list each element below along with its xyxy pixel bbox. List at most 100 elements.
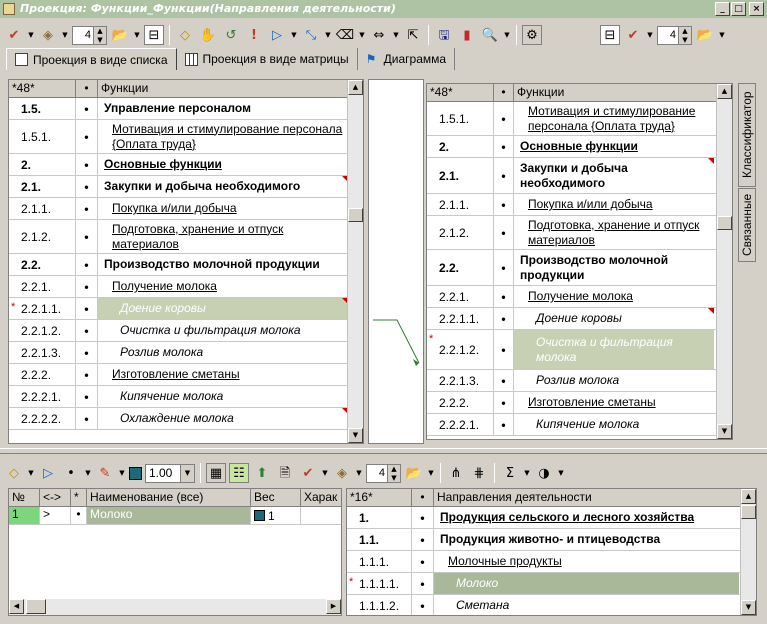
zoom-arrows-icon[interactable]: ▲ ▼ (94, 25, 107, 45)
size-select[interactable]: ▼ (145, 463, 195, 483)
bottom-left-hscroll[interactable]: ◀ ▶ (9, 599, 341, 615)
header-arrows[interactable]: <-> (40, 489, 71, 506)
scroll-up-icon[interactable]: ▲ (741, 489, 756, 504)
table-row[interactable]: 1.5.1. • Мотивация и стимулирование персон… (9, 120, 363, 154)
size-input[interactable] (145, 463, 181, 483)
table-row[interactable]: * 2.2.1.1. • Доение коровы (9, 298, 363, 320)
connect-dropdown-icon[interactable]: ▼ (324, 31, 332, 39)
tab-matrix-view[interactable]: Проекция в виде матрицы (177, 48, 358, 70)
folder-dropdown-icon[interactable]: ▼ (133, 31, 141, 39)
layout-icon[interactable]: ⊟ (144, 25, 164, 45)
header-no[interactable]: № (9, 489, 40, 506)
bottom-zoom-input[interactable] (366, 463, 388, 483)
chart-icon[interactable]: ⊟ (600, 25, 620, 45)
header-weight[interactable]: Вес (251, 489, 301, 506)
check-dropdown-icon[interactable]: ▼ (27, 31, 35, 39)
scroll-down-icon[interactable]: ▼ (717, 424, 732, 439)
zoom-arrows-icon[interactable]: ▲ ▼ (679, 25, 692, 45)
hierarchy2-icon[interactable]: ⋕ (469, 463, 489, 483)
scroll-down-icon[interactable]: ▼ (741, 600, 756, 615)
check-icon[interactable]: ✔ (298, 463, 318, 483)
contrast-dropdown-icon[interactable]: ▼ (557, 469, 565, 477)
play-icon[interactable]: ▷ (267, 25, 287, 45)
sum-dropdown-icon[interactable]: ▼ (523, 469, 531, 477)
eraser-icon[interactable]: ⌫ (335, 25, 355, 45)
table-row[interactable]: 2.2.2.1. • Кипячение молока (9, 386, 363, 408)
table-row[interactable]: 1.5. • Управление персоналом (9, 98, 363, 120)
table-row[interactable]: 2.2.2.2. • Охлаждение молока (9, 408, 363, 430)
dot-dropdown-icon[interactable]: ▼ (84, 469, 92, 477)
fill-dropdown-icon[interactable]: ▼ (118, 469, 126, 477)
diamond-dropdown-icon[interactable]: ▼ (27, 469, 35, 477)
size-dropdown-icon[interactable]: ▼ (181, 463, 195, 483)
folder-icon[interactable]: 📂 (404, 463, 424, 483)
left-scrollbar[interactable]: ▲ ▼ (347, 80, 363, 443)
table-row[interactable]: 2.1.1. • Покупка и/или добыча (9, 198, 363, 220)
check-dropdown-icon[interactable]: ▼ (646, 31, 654, 39)
header-num[interactable]: *16* (347, 489, 412, 506)
tab-classifier[interactable]: Классификатор (738, 83, 756, 187)
header-dot[interactable]: • (412, 489, 434, 506)
connect-icon[interactable]: ⤡ (301, 25, 321, 45)
table-row[interactable]: 1.1.1.2. • Сметана (347, 595, 756, 615)
hand-icon[interactable]: ✋ (198, 25, 218, 45)
cube-dropdown-icon[interactable]: ▼ (355, 469, 363, 477)
table-row[interactable]: 1. • Продукция сельского и лесного хозяйст… (347, 507, 756, 529)
table-row[interactable]: 2.2.2. • Изготовление сметаны (9, 364, 363, 386)
header-name[interactable]: Направления деятельности (434, 489, 734, 506)
tab-linked[interactable]: Связанные (738, 188, 756, 262)
table-row[interactable]: 2. • Основные функции (9, 154, 363, 176)
eraser-dropdown-icon[interactable]: ▼ (358, 31, 366, 39)
play-icon[interactable]: ▷ (38, 463, 58, 483)
cube-dropdown-icon[interactable]: ▼ (61, 31, 69, 39)
table-row[interactable]: 2.1.2. • Подготовка, хранение и отпуск мат… (427, 216, 732, 250)
check-icon[interactable]: ✔ (623, 25, 643, 45)
folder-dropdown-icon[interactable]: ▼ (427, 469, 435, 477)
table-row[interactable]: 2.2.1.3. • Розлив молока (427, 370, 732, 392)
scroll-thumb[interactable] (26, 599, 46, 614)
scroll-thumb[interactable] (348, 208, 363, 222)
maximize-button[interactable]: □ (731, 2, 746, 16)
cube-icon[interactable]: ◈ (38, 25, 58, 45)
table-row[interactable]: 2. • Основные функции (427, 136, 732, 158)
export-icon[interactable]: ⇱ (403, 25, 423, 45)
header-name[interactable]: Наименование (все) (87, 489, 251, 506)
header-star[interactable]: * (71, 489, 87, 506)
table-row[interactable]: 2.1.1. • Покупка и/или добыча (427, 194, 732, 216)
minimize-button[interactable]: _ (715, 2, 730, 16)
table-row[interactable]: 2.2.2. • Изготовление сметаны (427, 392, 732, 414)
diamond-icon[interactable]: ◇ (175, 25, 195, 45)
right-scrollbar[interactable]: ▲ ▼ (716, 84, 732, 439)
dot-icon[interactable]: • (61, 463, 81, 483)
table-row[interactable]: * 1.1.1.1. • Молоко (347, 573, 756, 595)
splitter[interactable] (0, 448, 767, 454)
table-row[interactable]: 1.1. • Продукция животно- и птицеводства (347, 529, 756, 551)
scroll-up-icon[interactable]: ▲ (717, 84, 732, 99)
scroll-down-icon[interactable]: ▼ (348, 428, 363, 443)
tab-list-view[interactable]: Проекция в виде списка (6, 48, 177, 70)
table-row[interactable]: 2.1.2. • Подготовка, хранение и отпуск мат… (9, 220, 363, 254)
save-icon[interactable]: 🖫 (434, 25, 454, 45)
swap-icon[interactable]: ⇔ (369, 25, 389, 45)
tab-diagram[interactable]: ⚑ Диаграмма (358, 48, 456, 70)
zoom-stepper[interactable]: ▲▼ (72, 25, 107, 45)
scroll-thumb[interactable] (741, 505, 756, 519)
table-row[interactable]: * 2.2.1.2. • Очистка и фильтрация молока (427, 330, 732, 370)
header-num[interactable]: *48* (427, 84, 494, 101)
film-icon[interactable]: ▦ (206, 463, 226, 483)
table-row[interactable]: 2.1. • Закупки и добыча необходимого (427, 158, 732, 194)
check-icon[interactable]: ✔ (4, 25, 24, 45)
cube-icon[interactable]: ◈ (332, 463, 352, 483)
book-icon[interactable]: ▮ (457, 25, 477, 45)
table-row[interactable]: 2.2.1.1. • Доение коровы (427, 308, 732, 330)
diamond-icon[interactable]: ◇ (4, 463, 24, 483)
header-char[interactable]: Харак (301, 489, 341, 506)
table-row[interactable]: 1.5.1. • Мотивация и стимулирование персон… (427, 102, 732, 136)
table-row[interactable]: 2.2.1.3. • Розлив молока (9, 342, 363, 364)
table-row[interactable]: 1 > • Молоко 1 (9, 507, 341, 525)
table-row[interactable]: 2.2.1.2. • Очистка и фильтрация молока (9, 320, 363, 342)
folder-icon[interactable]: 📂 (110, 25, 130, 45)
zoom-stepper[interactable]: ▲▼ (657, 25, 692, 45)
table-row[interactable]: 2.2. • Производство молочной продукции (427, 250, 732, 286)
header-name[interactable]: Функции (514, 84, 714, 101)
